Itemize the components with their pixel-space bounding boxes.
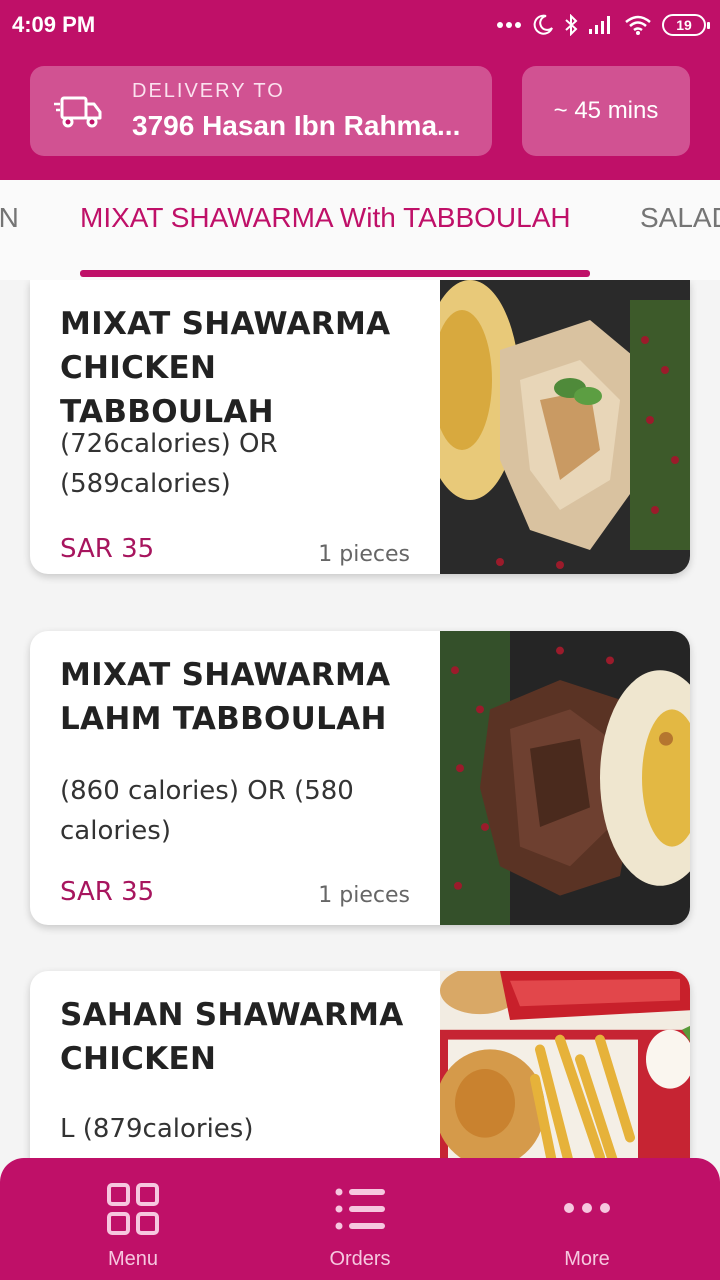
wifi-icon — [624, 12, 652, 38]
delivery-label: DELIVERY TO — [132, 80, 285, 102]
item-price: SAR 35 — [60, 534, 155, 564]
item-title: MIXAT SHAWARMA LAHM TABBOULAH — [60, 657, 391, 737]
grid-icon — [107, 1183, 159, 1235]
menu-item-list[interactable]: MIXAT SHAWARMA CHICKEN TABBOULAH (726cal… — [0, 280, 720, 1180]
item-pieces: 1 pieces — [318, 883, 410, 908]
app-header: 4:09 PM 19 DELIVERY TO 3796 Hasan Ibn Ra… — [0, 0, 720, 180]
eta-button[interactable]: ~ 45 mins — [522, 66, 690, 156]
battery-icon: 19 — [662, 14, 710, 36]
status-time: 4:09 PM — [12, 12, 96, 37]
bluetooth-icon — [564, 12, 578, 38]
menu-item-card[interactable]: MIXAT SHAWARMA CHICKEN TABBOULAH (726cal… — [30, 280, 690, 574]
item-title: SAHAN SHAWARMA CHICKEN — [60, 997, 404, 1077]
menu-item-card[interactable]: MIXAT SHAWARMA LAHM TABBOULAH (860 calor… — [30, 631, 690, 925]
item-calories: L (879calories) — [60, 1114, 254, 1144]
active-tab-indicator — [80, 270, 590, 277]
item-photo-sahan-shawarma — [440, 971, 690, 1180]
nav-more-label: More — [564, 1248, 610, 1270]
item-calories: (860 calories) OR (580 calories) — [60, 776, 354, 846]
nav-orders-label: Orders — [329, 1248, 391, 1270]
dots-icon — [496, 12, 522, 38]
tab-mixat-shawarma-tabboulah[interactable]: MIXAT SHAWARMA With TABBOULAH — [80, 202, 571, 234]
list-icon — [335, 1188, 385, 1230]
more-dots-icon — [564, 1203, 610, 1213]
moon-icon — [532, 12, 554, 38]
nav-orders[interactable]: Orders — [240, 1158, 480, 1280]
status-bar: 4:09 PM 19 — [0, 0, 720, 52]
nav-menu[interactable]: Menu — [13, 1158, 253, 1280]
item-photo-chicken-shawarma — [440, 280, 690, 574]
truck-icon — [54, 96, 102, 128]
item-price: SAR 35 — [60, 877, 155, 907]
status-icons: 19 — [496, 12, 710, 38]
nav-more[interactable]: More — [467, 1158, 707, 1280]
item-pieces: 1 pieces — [318, 542, 410, 567]
menu-item-card[interactable]: SAHAN SHAWARMA CHICKEN L (879calories) — [30, 971, 690, 1180]
item-calories: (726calories) OR (589calories) — [60, 429, 278, 499]
nav-menu-label: Menu — [107, 1248, 159, 1270]
tab-salad[interactable]: SALAD — [640, 202, 720, 234]
item-title: MIXAT SHAWARMA CHICKEN TABBOULAH — [60, 306, 391, 430]
category-tabs: EN MIXAT SHAWARMA With TABBOULAH SALAD — [0, 180, 720, 280]
bottom-navigation: Menu Orders More — [0, 1158, 720, 1280]
item-photo-lamb-shawarma — [440, 631, 690, 925]
tab-previous-category[interactable]: EN — [0, 202, 19, 234]
delivery-address-card[interactable]: DELIVERY TO 3796 Hasan Ibn Rahma... — [30, 66, 492, 156]
delivery-address: 3796 Hasan Ibn Rahma... — [132, 110, 461, 141]
signal-icon — [588, 12, 614, 38]
